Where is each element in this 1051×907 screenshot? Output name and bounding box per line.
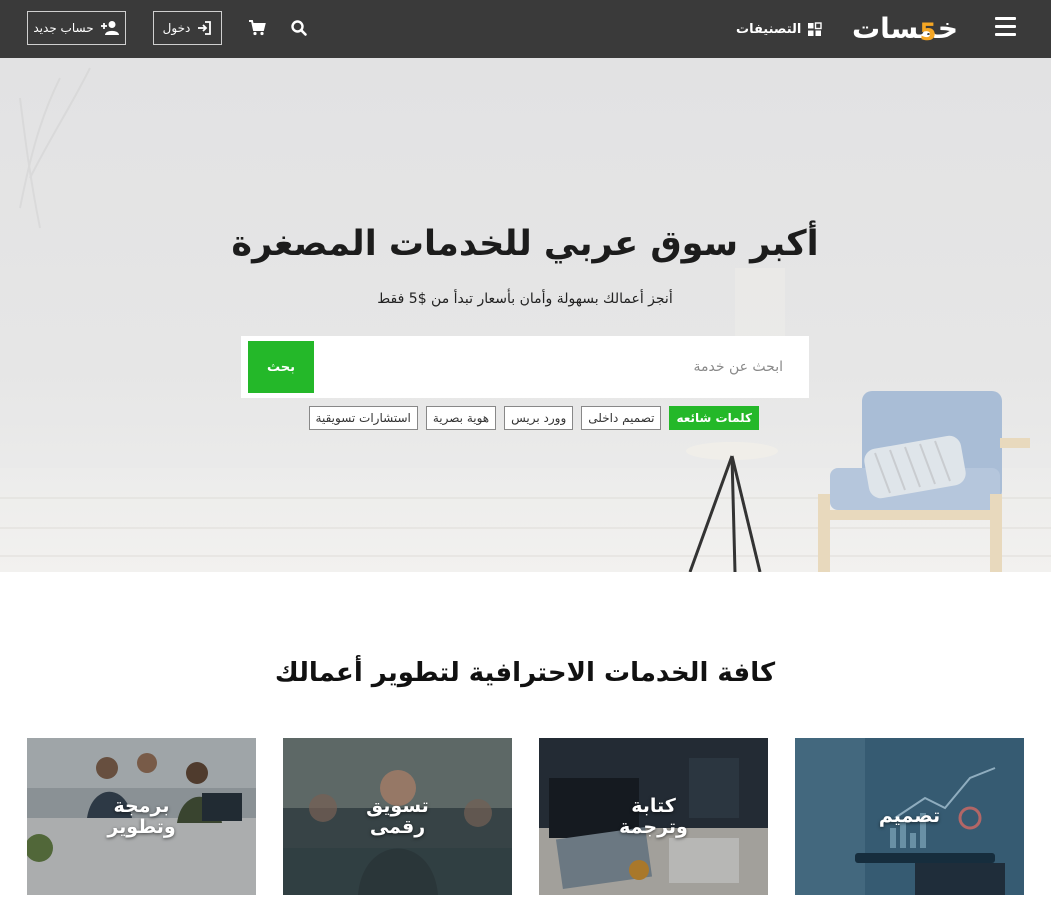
popular-tags: كلمات شائعه تصميم داخلى وورد بريس هوية ب…	[308, 406, 759, 430]
signup-button[interactable]: حساب جديد	[27, 11, 126, 45]
login-icon	[198, 21, 212, 35]
hero-section: أكبر سوق عربي للخدمات المصغرة أنجز أعمال…	[0, 58, 1051, 572]
menu-icon[interactable]	[995, 17, 1016, 37]
tag-wordpress[interactable]: وورد بريس	[504, 406, 574, 430]
categories-icon	[808, 21, 823, 36]
svg-text:5: 5	[920, 18, 937, 44]
service-card-label: تسويق رقمى	[366, 794, 429, 838]
services-title: كافة الخدمات الاحترافية لتطوير أعمالك	[274, 658, 776, 688]
search-button[interactable]: بحث	[248, 341, 314, 393]
tag-visual-identity[interactable]: هوية بصرية	[425, 406, 497, 430]
signup-label: حساب جديد	[33, 21, 94, 35]
service-card-label: كتابة وترجمة	[619, 794, 688, 838]
service-card-label: برمجة وتطوير	[107, 794, 176, 838]
search-input[interactable]	[321, 336, 809, 398]
tag-interior-design[interactable]: تصميم داخلى	[581, 406, 662, 430]
service-card-label: تصميم	[878, 805, 941, 828]
service-card-design[interactable]: تصميم	[795, 738, 1024, 895]
login-label: دخول	[162, 21, 191, 35]
cart-icon[interactable]	[248, 19, 266, 37]
site-logo[interactable]: خمسات 5	[850, 12, 960, 46]
service-card-marketing[interactable]: تسويق رقمى	[283, 738, 512, 895]
service-card-programming[interactable]: برمجة وتطوير	[27, 738, 256, 895]
popular-tags-label: كلمات شائعه	[669, 406, 759, 430]
hero-title: أكبر سوق عربي للخدمات المصغرة	[231, 224, 819, 264]
add-user-icon	[100, 21, 119, 35]
svg-text:خمسات: خمسات	[852, 12, 958, 44]
hero-subtitle: أنجز أعمالك بسهولة وأمان بأسعار تبدأ من …	[377, 291, 673, 307]
search-icon[interactable]	[290, 19, 308, 37]
hero-background-illustration	[0, 67, 1051, 572]
service-card-writing[interactable]: كتابة وترجمة	[539, 738, 768, 895]
login-button[interactable]: دخول	[153, 11, 222, 45]
categories-menu[interactable]: التصنيفات	[736, 19, 823, 39]
search-bar: بحث	[241, 336, 809, 398]
categories-label: التصنيفات	[736, 21, 802, 37]
top-navbar: خمسات 5 التصنيفات دخول حساب جديد	[0, 0, 1051, 58]
tag-marketing-consulting[interactable]: استشارات تسويقية	[308, 406, 418, 430]
